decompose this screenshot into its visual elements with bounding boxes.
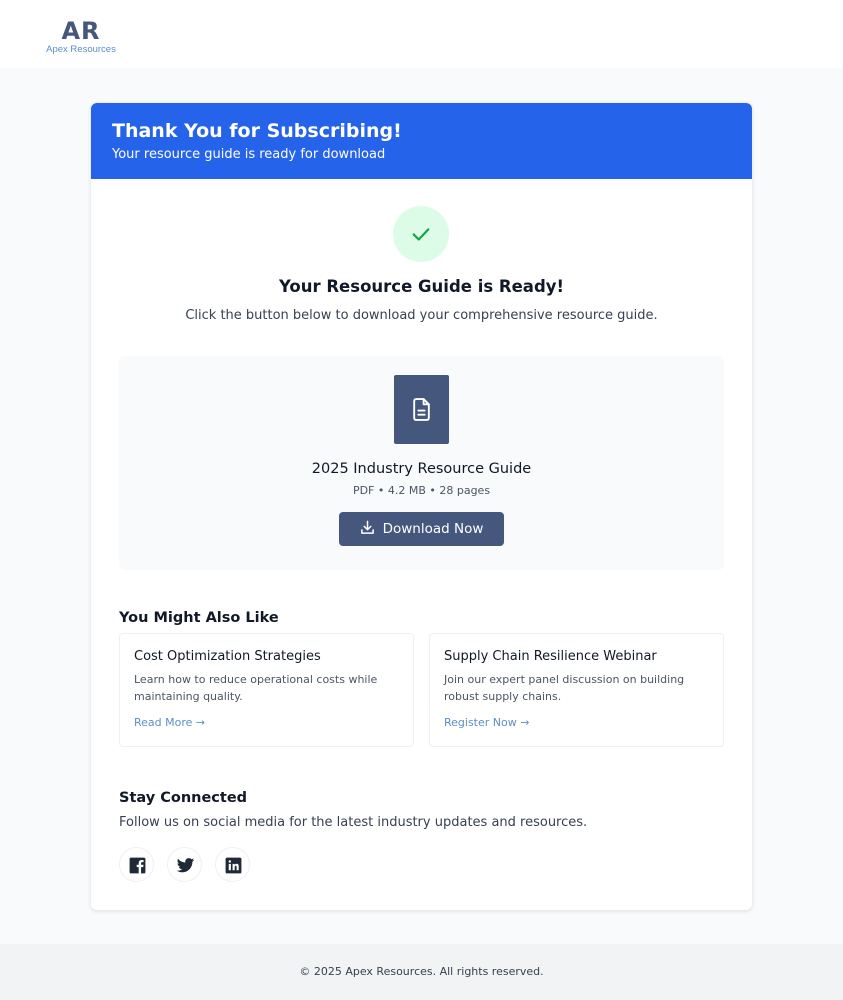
twitter-icon [176,858,195,873]
stay-connected-heading: Stay Connected [119,790,248,807]
page-title: Thank You for Subscribing! [112,120,402,142]
read-more-link[interactable]: Read More → [134,715,205,731]
ready-title: Your Resource Guide is Ready! [278,277,565,296]
confirmation-card: Thank You for Subscribing! Your resource… [91,103,752,910]
related-heading: You Might Also Like [119,610,279,627]
related-card-title: Supply Chain Resilience Webinar [444,649,657,664]
document-icon [394,375,449,444]
card-header: Thank You for Subscribing! Your resource… [91,103,752,179]
download-button-label: Download Now [382,521,484,537]
related-card-description: Learn how to reduce operational costs wh… [134,673,378,703]
logo-text: Apex Resources [46,44,116,55]
download-panel: 2025 Industry Resource Guide PDF • 4.2 M… [119,356,724,570]
register-now-link[interactable]: Register Now → [444,715,529,731]
related-card-cost-optimization: Cost Optimization Strategies Learn how t… [119,633,414,747]
related-card-supply-chain: Supply Chain Resilience Webinar Join our… [429,633,724,747]
check-icon [393,206,449,262]
guide-title: 2025 Industry Resource Guide [311,461,532,477]
linkedin-button[interactable] [215,847,250,882]
stay-connected-description: Follow us on social media for the latest… [119,815,588,830]
page-subtitle: Your resource guide is ready for downloa… [112,147,386,162]
twitter-button[interactable] [167,847,202,882]
logo[interactable]: AR Apex Resources [44,18,124,56]
copyright-text: © 2025 Apex Resources. All rights reserv… [299,965,544,978]
facebook-button[interactable] [119,847,154,882]
site-footer: © 2025 Apex Resources. All rights reserv… [0,944,843,1000]
related-card-description: Join our expert panel discussion on buil… [444,673,685,703]
guide-meta: PDF • 4.2 MB • 28 pages [352,484,491,497]
linkedin-icon [225,857,242,874]
ready-description: Click the button below to download your … [185,308,658,323]
logo-mark: AR [61,17,101,45]
download-icon [360,520,374,534]
download-button[interactable]: Download Now [339,512,504,546]
related-card-title: Cost Optimization Strategies [134,649,321,664]
facebook-icon [129,857,146,874]
site-header: AR Apex Resources [0,0,843,68]
